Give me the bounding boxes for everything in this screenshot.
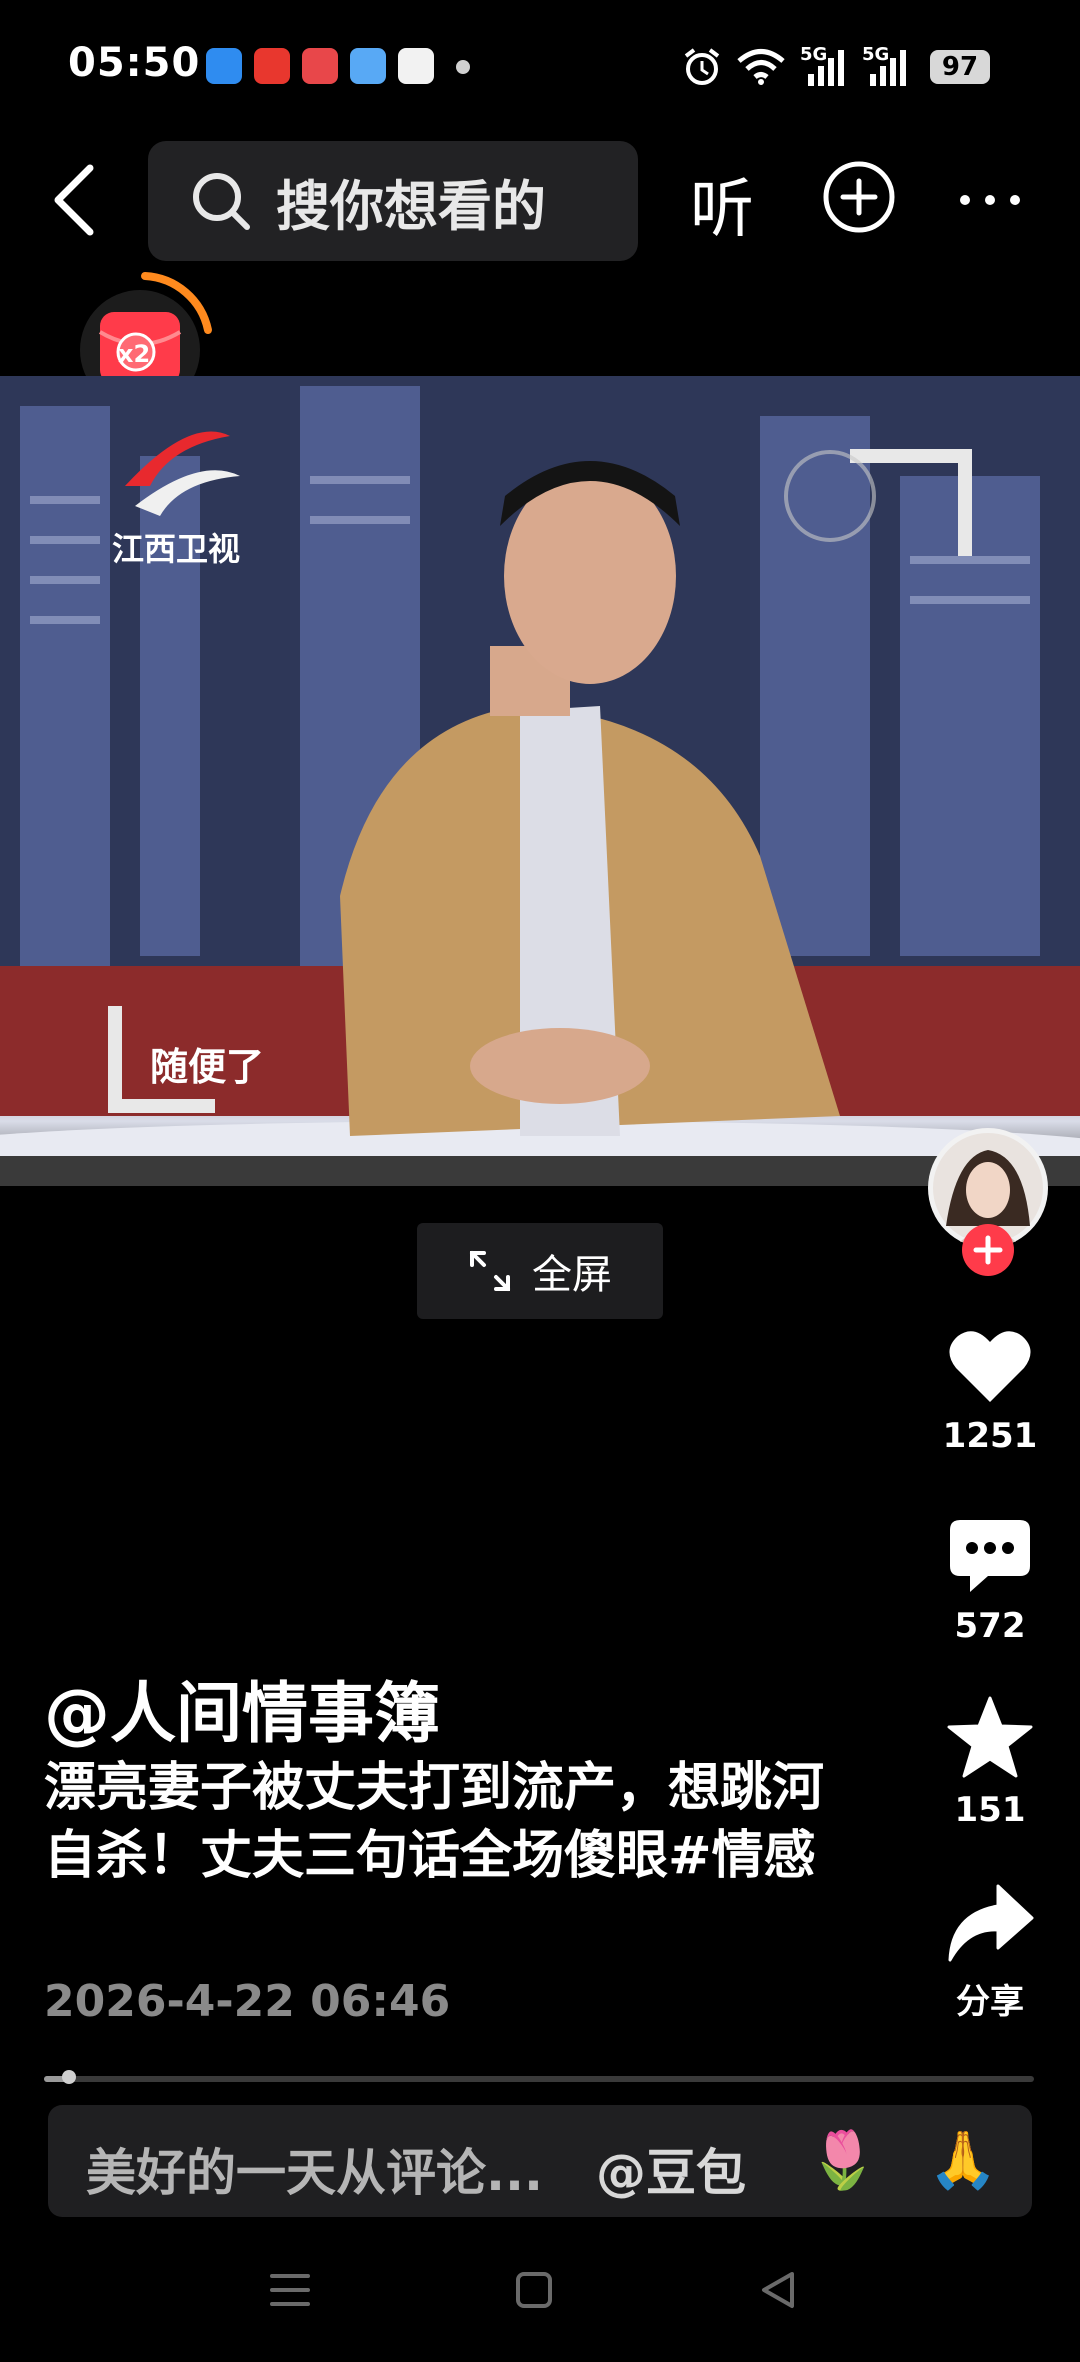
flower-emoji-button[interactable]: 🌷	[808, 2127, 878, 2193]
comment-button[interactable]: 572	[920, 1518, 1060, 1646]
like-count: 1251	[942, 1416, 1038, 1456]
fullscreen-label: 全屏	[532, 1252, 612, 1298]
hashtag-link[interactable]: #情感	[668, 1826, 816, 1886]
clock-icon	[398, 48, 434, 84]
star-icon	[947, 1696, 1033, 1778]
comment-icon	[950, 1520, 1030, 1592]
video-progress-bar[interactable]	[44, 2070, 1034, 2084]
listen-button[interactable]: 听	[690, 158, 754, 250]
multiplier-badge: x2	[118, 340, 151, 368]
status-time: 05:50	[68, 40, 201, 86]
search-placeholder: 搜你想看的	[276, 174, 546, 238]
signal-icon-2	[870, 50, 906, 86]
progress-thumb[interactable]	[61, 2070, 76, 2084]
post-time: 2026-4-22 06:46	[44, 1976, 451, 2027]
post-description: 漂亮妻子被丈夫打到流产，想跳河自杀！丈夫三句话全场傻眼#情感	[44, 1754, 824, 1890]
comment-count: 572	[954, 1606, 1026, 1646]
alarm-icon	[684, 48, 720, 85]
share-label: 分享	[956, 1982, 1024, 2022]
search-bar[interactable]: 搜你想看的	[148, 141, 638, 261]
heart-icon	[949, 1331, 1031, 1402]
share-button[interactable]: 分享	[920, 1884, 1060, 2023]
menu-nav-icon[interactable]	[268, 2270, 312, 2310]
author-name[interactable]: @人间情事簿	[44, 1660, 440, 1756]
add-button[interactable]	[822, 160, 896, 234]
more-button[interactable]	[955, 170, 1025, 230]
mention-doubao[interactable]: @豆包	[596, 2133, 746, 2205]
back-button[interactable]	[40, 160, 110, 240]
back-nav-icon[interactable]	[758, 2270, 798, 2310]
weather-icon	[350, 48, 386, 84]
like-button[interactable]: 1251	[920, 1328, 1060, 1456]
notification-dot-icon	[456, 60, 470, 74]
favorite-count: 151	[954, 1790, 1026, 1830]
browser-icon	[206, 48, 242, 84]
channel-logo-text: 江西卫视	[112, 530, 241, 568]
fullscreen-button[interactable]: 全屏	[417, 1223, 663, 1319]
signal-icon	[808, 50, 844, 86]
comment-placeholder: 美好的一天从评论...	[86, 2144, 543, 2202]
toutiao-icon	[254, 48, 290, 84]
pray-emoji-button[interactable]: 🙏	[928, 2127, 998, 2193]
comment-input[interactable]: 美好的一天从评论... @豆包 🌷 🙏	[48, 2105, 1032, 2217]
battery-indicator: 97	[930, 50, 990, 84]
search-icon	[193, 173, 250, 230]
favorite-button[interactable]: 151	[920, 1696, 1060, 1830]
expand-icon	[470, 1251, 510, 1291]
video-icon	[302, 48, 338, 84]
home-nav-icon[interactable]	[514, 2270, 554, 2310]
video-subtitle: 随便了	[150, 1045, 265, 1089]
video-player[interactable]: 江西卫视 随便了	[0, 376, 1080, 1186]
share-icon	[948, 1884, 1034, 1962]
wifi-icon	[737, 49, 785, 85]
follow-plus-button[interactable]	[960, 1222, 1016, 1278]
